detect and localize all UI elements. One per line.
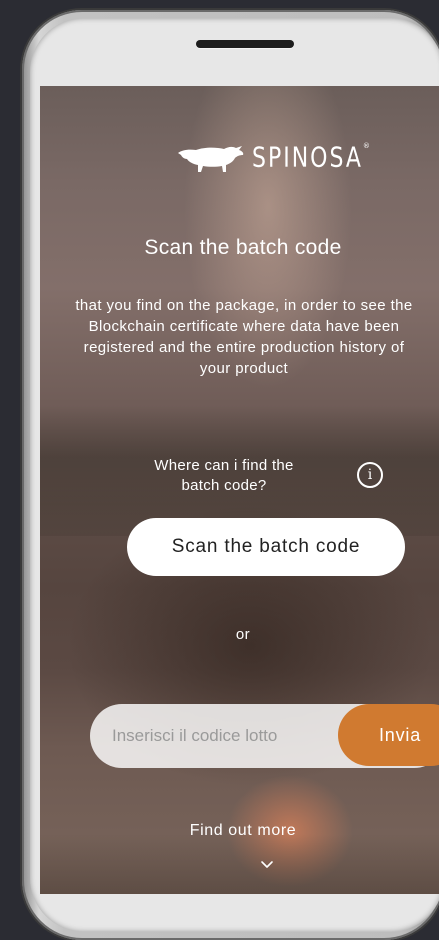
phone-body: SPINOSA ® Scan the batch code that you f…	[30, 18, 439, 932]
chevron-down-icon[interactable]	[260, 858, 274, 872]
registered-mark: ®	[362, 142, 370, 150]
brand-logo: SPINOSA ®	[176, 138, 376, 178]
or-separator: or	[235, 626, 251, 643]
help-row: Where can i find the batch code? i	[40, 456, 439, 496]
submit-button[interactable]: Invia	[338, 704, 439, 766]
phone-frame: SPINOSA ® Scan the batch code that you f…	[22, 10, 439, 940]
app-screen: SPINOSA ® Scan the batch code that you f…	[40, 86, 439, 894]
find-out-more-link[interactable]: Find out more	[40, 822, 439, 840]
info-icon[interactable]: i	[357, 462, 383, 488]
speaker-grille	[196, 40, 294, 48]
batch-code-form: Invia	[90, 704, 439, 768]
brand-name: SPINOSA	[252, 142, 363, 174]
page-title: Scan the batch code	[144, 236, 342, 259]
scan-batch-code-button[interactable]: Scan the batch code	[127, 518, 405, 576]
page-description: that you find on the package, in order t…	[75, 297, 413, 377]
bull-logo-icon	[178, 146, 244, 172]
help-text: Where can i find the batch code?	[154, 457, 294, 494]
